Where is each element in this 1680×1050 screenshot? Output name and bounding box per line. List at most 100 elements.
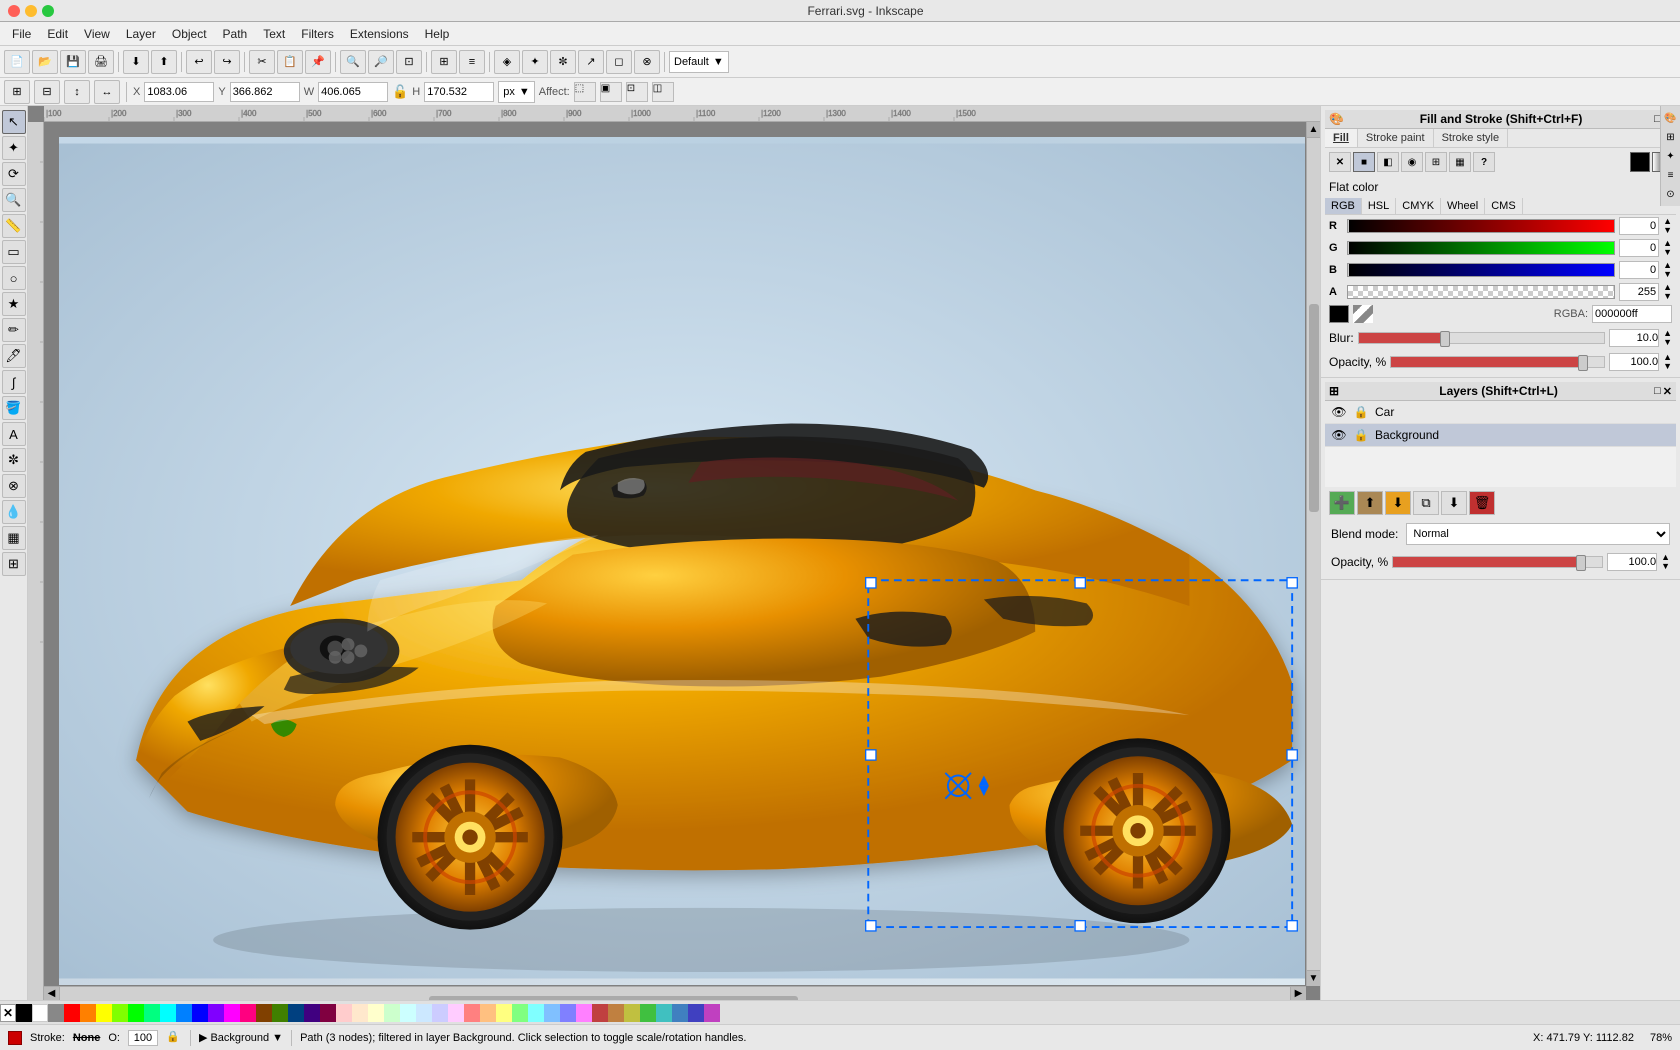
color-swatch-darkcyan[interactable] — [656, 1004, 672, 1022]
blur-input[interactable] — [1609, 329, 1659, 347]
zoom-fit-button[interactable]: ⊡ — [396, 50, 422, 74]
fill-unknown-button[interactable]: ? — [1473, 152, 1495, 172]
align-button[interactable]: ≡ — [459, 50, 485, 74]
layer-indicator[interactable]: ▶ Background ▼ — [199, 1031, 283, 1044]
connector-button[interactable]: ⊗ — [634, 50, 660, 74]
color-swatch-lavender[interactable] — [432, 1004, 448, 1022]
fill-radial-button[interactable]: ◉ — [1401, 152, 1423, 172]
affect-btn-1[interactable]: ⬚ — [574, 82, 596, 102]
fill-pattern-button[interactable]: ▦ — [1449, 152, 1471, 172]
maximize-button[interactable] — [42, 5, 54, 17]
lock-aspect-icon[interactable]: 🔓 — [392, 84, 408, 100]
import-button[interactable]: ⬇ — [123, 50, 149, 74]
opacity-input[interactable] — [1609, 353, 1659, 371]
color-wheel-button[interactable] — [1353, 305, 1373, 323]
color-swatch-lightviolet[interactable] — [560, 1004, 576, 1022]
fill-flat-button[interactable]: ■ — [1353, 152, 1375, 172]
color-swatch-green[interactable] — [128, 1004, 144, 1022]
color-swatch-cyan[interactable] — [160, 1004, 176, 1022]
blur-slider-thumb[interactable] — [1440, 331, 1450, 347]
color-swatch-darkred[interactable] — [592, 1004, 608, 1022]
scroll-right-button[interactable]: ▶ — [1290, 987, 1306, 1001]
color-swatch-mint[interactable] — [144, 1004, 160, 1022]
color-swatch-navy[interactable] — [288, 1004, 304, 1022]
color-swatch-peach[interactable] — [352, 1004, 368, 1022]
color-swatch-sky[interactable] — [176, 1004, 192, 1022]
canvas-content[interactable]: ◀ ▶ ▲ ▼ — [44, 122, 1320, 1000]
opacity-slider[interactable] — [1390, 356, 1605, 368]
transform-button[interactable]: ⊞ — [431, 50, 457, 74]
ctx-btn-4[interactable]: ↔ — [94, 80, 120, 104]
star-tool[interactable]: ★ — [2, 292, 26, 316]
color-swatch-lightlime[interactable] — [512, 1004, 528, 1022]
eraser-button[interactable]: ◻ — [606, 50, 632, 74]
layer-move-up-button[interactable]: ⬆ — [1357, 491, 1383, 515]
selection-tool[interactable]: ↖ — [2, 110, 26, 134]
color-swatch-violet[interactable] — [208, 1004, 224, 1022]
edge-btn-5[interactable]: ⊙ — [1663, 186, 1679, 202]
menu-edit[interactable]: Edit — [39, 25, 76, 43]
close-button[interactable] — [8, 5, 20, 17]
print-button[interactable]: 🖨 — [88, 50, 114, 74]
node-tool[interactable]: ✦ — [2, 136, 26, 160]
zoom-out-button[interactable]: 🔎 — [368, 50, 394, 74]
minimize-button[interactable] — [25, 5, 37, 17]
export-button[interactable]: ⬆ — [151, 50, 177, 74]
tab-stroke-paint[interactable]: Stroke paint — [1358, 129, 1434, 147]
unit-dropdown[interactable]: px ▼ — [498, 81, 535, 103]
paste-button[interactable]: 📌 — [305, 50, 331, 74]
color-swatch-lightpink[interactable] — [336, 1004, 352, 1022]
copy-button[interactable]: 📋 — [277, 50, 303, 74]
fill-linear-button[interactable]: ◧ — [1377, 152, 1399, 172]
affect-btn-4[interactable]: ◫ — [652, 82, 674, 102]
y-input[interactable] — [230, 82, 300, 102]
zoom-in-button[interactable]: 🔍 — [340, 50, 366, 74]
calligraphy-tool[interactable]: ∫ — [2, 370, 26, 394]
layer-background-visibility[interactable]: 👁 — [1331, 427, 1347, 443]
color-swatch-lightpink2[interactable] — [576, 1004, 592, 1022]
menu-file[interactable]: File — [4, 25, 39, 43]
menu-object[interactable]: Object — [164, 25, 215, 43]
rect-tool[interactable]: ▭ — [2, 240, 26, 264]
menu-extensions[interactable]: Extensions — [342, 25, 417, 43]
ctx-btn-1[interactable]: ⊞ — [4, 80, 30, 104]
layers-detach-button[interactable]: □ — [1654, 385, 1661, 398]
a-down-button[interactable]: ▼ — [1663, 292, 1672, 301]
save-button[interactable]: 💾 — [60, 50, 86, 74]
new-button[interactable]: 📄 — [4, 50, 30, 74]
color-swatch-yellow[interactable] — [96, 1004, 112, 1022]
color-tab-hsl[interactable]: HSL — [1362, 198, 1396, 214]
opacity-indicator-input[interactable] — [128, 1030, 158, 1046]
color-tab-cmyk[interactable]: CMYK — [1396, 198, 1441, 214]
color-swatch-white[interactable] — [32, 1004, 48, 1022]
tab-fill[interactable]: Fill — [1325, 129, 1358, 147]
text-tool[interactable]: A — [2, 422, 26, 446]
color-swatch-blue[interactable] — [192, 1004, 208, 1022]
affect-btn-3[interactable]: ⊡ — [626, 82, 648, 102]
opacity-slider-thumb[interactable] — [1578, 355, 1588, 371]
pencil-tool[interactable]: ✏ — [2, 318, 26, 342]
color-tab-cms[interactable]: CMS — [1485, 198, 1522, 214]
layer-delete-button[interactable]: 🗑 — [1469, 491, 1495, 515]
layer-add-button[interactable]: ➕ — [1329, 491, 1355, 515]
menu-path[interactable]: Path — [215, 25, 256, 43]
color-swatch-lightyellow2[interactable] — [496, 1004, 512, 1022]
color-swatch-pink[interactable] — [240, 1004, 256, 1022]
circle-tool[interactable]: ○ — [2, 266, 26, 290]
color-swatch-lightcyan[interactable] — [400, 1004, 416, 1022]
scroll-down-button[interactable]: ▼ — [1307, 970, 1321, 986]
layer-background-lock[interactable]: 🔒 — [1353, 427, 1369, 443]
layer-car-visibility[interactable]: 👁 — [1331, 404, 1347, 420]
ctx-btn-3[interactable]: ↕ — [64, 80, 90, 104]
scroll-up-button[interactable]: ▲ — [1307, 122, 1321, 138]
menu-view[interactable]: View — [76, 25, 118, 43]
color-swatch-darkviolet[interactable] — [688, 1004, 704, 1022]
color-swatch-darkgreen[interactable] — [640, 1004, 656, 1022]
b-down-button[interactable]: ▼ — [1663, 270, 1672, 279]
pen-tool[interactable]: 🖊 — [2, 344, 26, 368]
color-none-swatch[interactable]: ✕ — [0, 1004, 16, 1022]
blend-mode-select[interactable]: Normal Multiply Screen Overlay — [1406, 523, 1670, 545]
color-tab-rgb[interactable]: RGB — [1325, 198, 1362, 214]
color-swatch-lightsky[interactable] — [544, 1004, 560, 1022]
node-editor-button[interactable]: ◈ — [494, 50, 520, 74]
